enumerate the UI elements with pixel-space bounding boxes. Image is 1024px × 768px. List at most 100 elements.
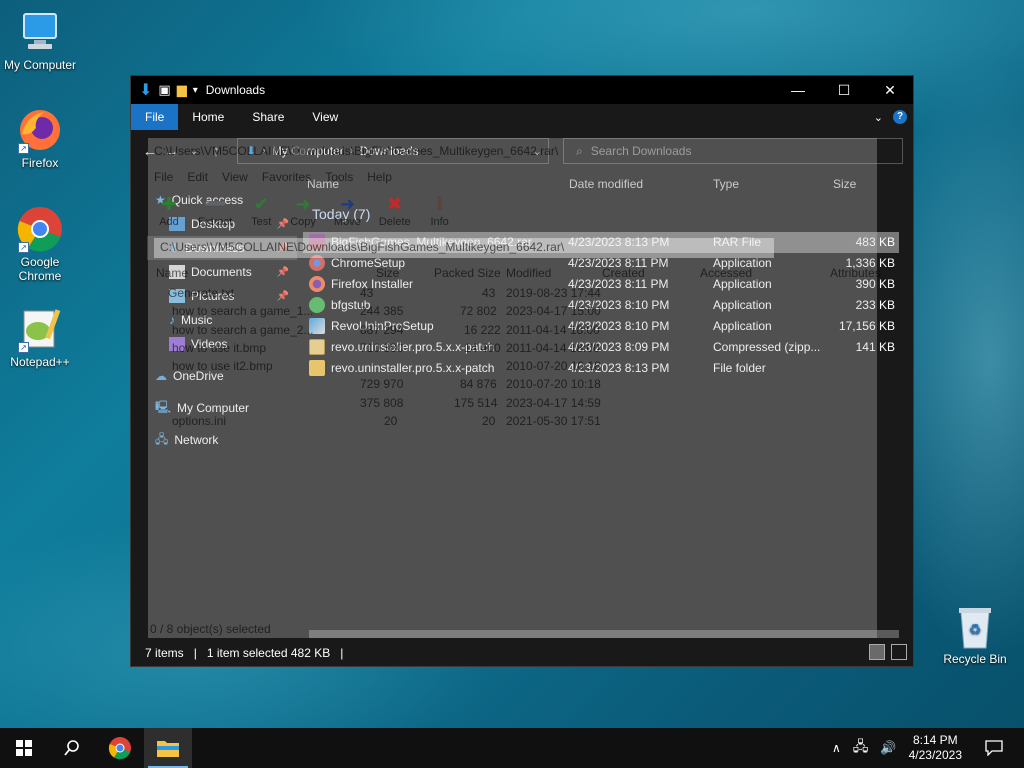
minimize-button[interactable]: — — [775, 76, 821, 104]
maximize-button[interactable]: ☐ — [821, 76, 867, 104]
nav-music[interactable]: ♪ Music — [147, 308, 297, 332]
file-type: RAR File — [713, 235, 762, 249]
desktop-icon-firefox[interactable]: ↗ Firefox — [0, 106, 80, 170]
new-folder-icon[interactable]: ▆ — [177, 82, 187, 98]
nav-documents[interactable]: Documents 📌 — [147, 260, 297, 284]
breadcrumb-separator: › — [262, 145, 266, 157]
firefox-installer-icon — [309, 276, 325, 292]
nav-onedrive[interactable]: ☁ OneDrive — [147, 364, 297, 388]
show-hidden-icons-icon[interactable]: ∧ — [832, 741, 841, 755]
file-explorer-window[interactable]: ⬇ ▣ ▆ ▾ Downloads — ☐ ✕ File Home Share … — [130, 75, 914, 667]
dropdown-icon[interactable]: ▾ — [193, 85, 198, 96]
cloud-icon: ☁ — [155, 369, 167, 383]
start-button[interactable] — [0, 728, 48, 768]
file-name: ChromeSetup — [331, 256, 406, 270]
network-status-icon[interactable]: 🖧 — [853, 736, 869, 760]
shortcut-arrow-icon: ↗ — [18, 143, 29, 154]
file-name: bfgstub — [331, 298, 371, 312]
tab-file[interactable]: File — [131, 104, 179, 130]
column-header-size[interactable]: Size — [833, 177, 856, 191]
search-icon: ⌕ — [576, 143, 583, 158]
nav-label: Music — [181, 313, 213, 327]
column-header-name[interactable]: Name — [307, 177, 339, 191]
file-row[interactable]: BigFishGames_Multikeygen_6642.rar 4/23/2… — [303, 232, 899, 253]
tab-view[interactable]: View — [298, 104, 352, 130]
file-row[interactable]: revo.uninstaller.pro.5.x.x-patch 4/23/20… — [303, 358, 899, 379]
file-row[interactable]: RevoUninProSetup 4/23/2023 8:10 PM Appli… — [303, 316, 899, 337]
group-header[interactable]: Today (7) — [312, 206, 370, 222]
firefox-icon: ↗ — [16, 106, 64, 154]
folder-icon — [157, 741, 179, 757]
nav-pictures[interactable]: Pictures 📌 — [147, 284, 297, 308]
tab-home[interactable]: Home — [178, 104, 238, 130]
notification-button[interactable] — [974, 728, 1014, 768]
up-arrow-icon[interactable]: ↑ — [205, 143, 227, 160]
nav-downloads[interactable]: ⬇ Downloads 📌 — [147, 236, 297, 260]
desktop-icon-label: My Computer — [3, 58, 77, 72]
chrome-icon — [108, 737, 131, 760]
desktop-icon-recycle-bin[interactable]: ♻ Recycle Bin — [940, 602, 1010, 666]
rar-icon — [309, 234, 325, 250]
title-bar[interactable]: ⬇ ▣ ▆ ▾ Downloads — ☐ ✕ — [131, 76, 913, 104]
file-row[interactable]: bfgstub 4/23/2023 8:10 PM Application 23… — [303, 295, 899, 316]
file-date: 4/23/2023 8:09 PM — [568, 340, 670, 354]
nav-my-computer[interactable]: 🖳 My Computer — [147, 396, 297, 420]
bfgstub-icon — [309, 297, 325, 313]
details-view-button[interactable] — [869, 644, 885, 660]
computer-icon: 🖳 — [155, 399, 172, 414]
taskbar-file-explorer[interactable] — [144, 728, 192, 768]
file-size: 141 KB — [855, 340, 895, 354]
column-header-type[interactable]: Type — [713, 177, 739, 191]
file-row[interactable]: ChromeSetup 4/23/2023 8:11 PM Applicatio… — [303, 253, 899, 274]
clock[interactable]: 8:14 PM 4/23/2023 — [909, 733, 962, 763]
desktop-icon-label: Firefox — [21, 156, 59, 170]
expand-ribbon-icon[interactable]: ⌄ — [874, 111, 883, 124]
recent-dropdown-icon[interactable]: ⌄ — [183, 146, 205, 157]
taskbar-chrome[interactable] — [96, 728, 144, 768]
scrollbar-thumb[interactable] — [309, 630, 899, 638]
clock-date: 4/23/2023 — [908, 748, 962, 762]
desktop-icon-my-computer[interactable]: My Computer — [0, 8, 80, 72]
address-dropdown-icon[interactable]: ⌄ — [533, 145, 542, 158]
desktop-icon-notepadpp[interactable]: ↗ Notepad++ — [0, 305, 80, 369]
breadcrumb-downloads[interactable]: Downloads — [359, 144, 418, 158]
file-date: 4/23/2023 8:11 PM — [568, 256, 669, 270]
help-icon[interactable]: ? — [893, 110, 907, 124]
pin-icon: 📌 — [276, 290, 289, 302]
file-size: 233 KB — [855, 298, 895, 312]
forward-arrow-icon[interactable]: → — [161, 143, 183, 160]
large-icons-view-button[interactable] — [891, 644, 907, 660]
nav-network[interactable]: 🖧 Network — [147, 428, 297, 452]
svg-text:♻: ♻ — [969, 622, 982, 638]
file-row[interactable]: revo.uninstaller.pro.5.x.x-patch 4/23/20… — [303, 337, 899, 358]
tab-share[interactable]: Share — [238, 104, 298, 130]
recycle-bin-icon: ♻ — [955, 602, 995, 650]
status-bar: 7 items | 1 item selected 482 KB | — [131, 640, 913, 666]
address-bar[interactable]: ⬇ › My Computer › Downloads ⌄ — [237, 138, 549, 164]
desktop-icon-chrome[interactable]: ↗ Google Chrome — [0, 205, 80, 283]
file-row[interactable]: Firefox Installer 4/23/2023 8:11 PM Appl… — [303, 274, 899, 295]
properties-icon[interactable]: ▣ — [158, 82, 170, 98]
status-divider: | — [193, 646, 197, 660]
address-row: ← → ⌄ ↑ ⬇ › My Computer › Downloads ⌄ ⌕ … — [131, 136, 913, 166]
nav-videos[interactable]: Videos — [147, 332, 297, 356]
nav-quick-access[interactable]: ★ Quick access — [147, 188, 297, 212]
horizontal-scrollbar[interactable] — [301, 628, 899, 640]
pin-icon: 📌 — [276, 242, 289, 254]
file-name: RevoUninProSetup — [331, 319, 434, 333]
volume-icon[interactable]: 🔊 — [880, 740, 896, 756]
nav-label: Videos — [191, 337, 228, 351]
file-type: File folder — [713, 361, 766, 375]
star-icon: ★ — [155, 193, 166, 207]
close-button[interactable]: ✕ — [867, 76, 913, 104]
column-header-date[interactable]: Date modified — [569, 177, 643, 191]
file-type: Application — [713, 298, 772, 312]
nav-desktop[interactable]: Desktop 📌 — [147, 212, 297, 236]
search-box[interactable]: ⌕ Search Downloads — [563, 138, 903, 164]
shortcut-arrow-icon: ↗ — [18, 342, 29, 353]
back-arrow-icon[interactable]: ← — [139, 143, 161, 160]
search-button[interactable] — [48, 728, 96, 768]
breadcrumb-my-computer[interactable]: My Computer — [272, 144, 344, 158]
shortcut-arrow-icon: ↗ — [18, 242, 29, 253]
videos-icon — [169, 337, 185, 351]
